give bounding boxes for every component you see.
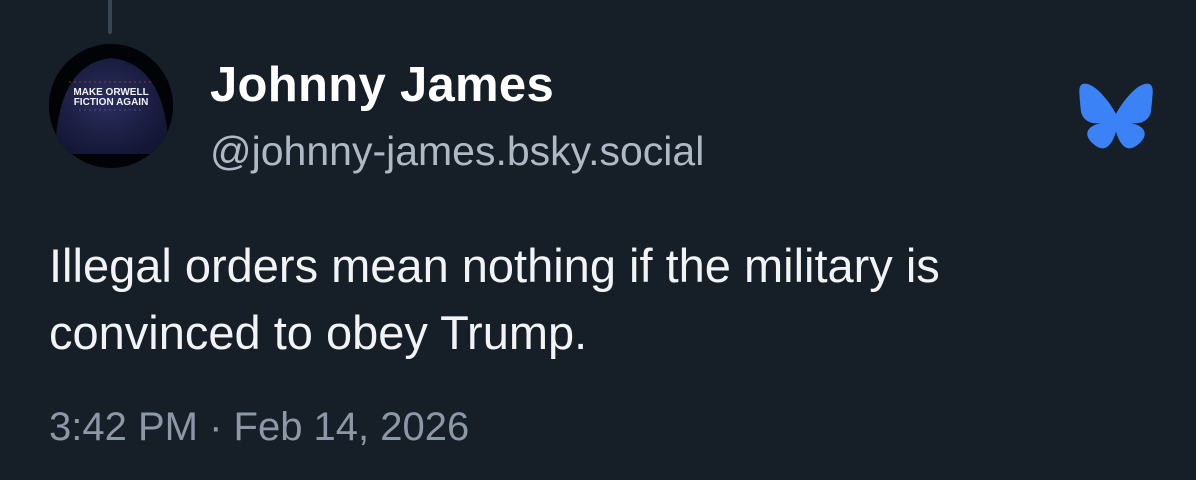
post-text-line: convinced to obey Trump.: [49, 306, 588, 359]
author-avatar[interactable]: MAKE ORWELL FICTION AGAIN: [49, 44, 173, 168]
author-handle[interactable]: @johnny-james.bsky.social: [210, 128, 704, 175]
bluesky-butterfly-icon: [1079, 83, 1153, 149]
cap-avatar-image: MAKE ORWELL FICTION AGAIN: [49, 44, 173, 168]
author-display-name[interactable]: Johnny James: [210, 57, 554, 113]
post-text-line: Illegal orders mean nothing if the milit…: [49, 239, 940, 292]
svg-text:FICTION AGAIN: FICTION AGAIN: [74, 97, 149, 108]
post-text: Illegal orders mean nothing if the milit…: [49, 232, 1169, 366]
post-timestamp[interactable]: 3:42 PM · Feb 14, 2026: [49, 405, 469, 450]
thread-connector-line: [108, 0, 112, 34]
